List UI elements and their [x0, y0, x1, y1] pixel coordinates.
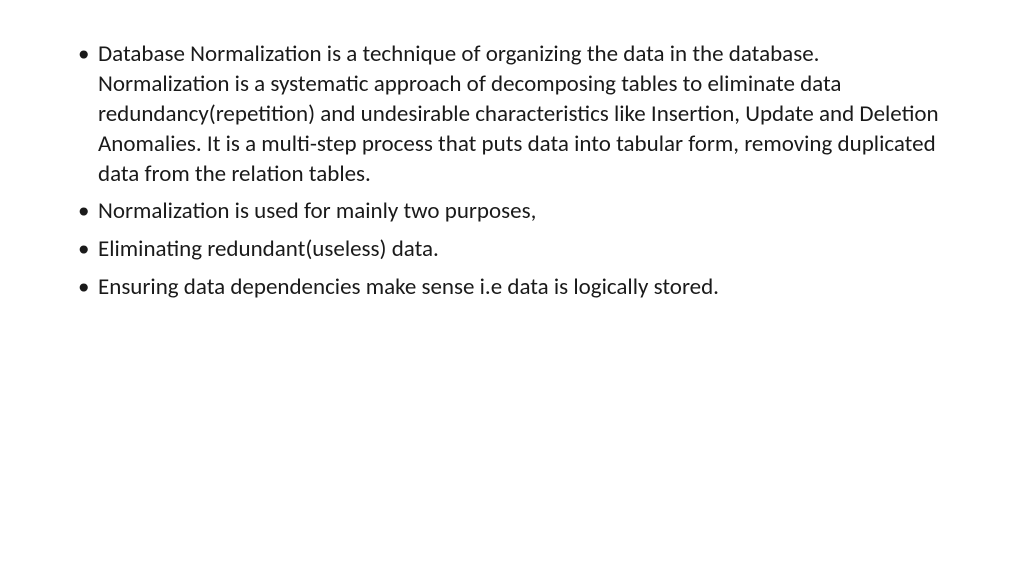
- list-item: Ensuring data dependencies make sense i.…: [70, 273, 954, 303]
- list-item: Normalization is used for mainly two pur…: [70, 197, 954, 227]
- bullet-list: Database Normalization is a technique of…: [70, 40, 954, 303]
- list-item: Eliminating redundant(useless) data.: [70, 235, 954, 265]
- list-item: Database Normalization is a technique of…: [70, 40, 954, 189]
